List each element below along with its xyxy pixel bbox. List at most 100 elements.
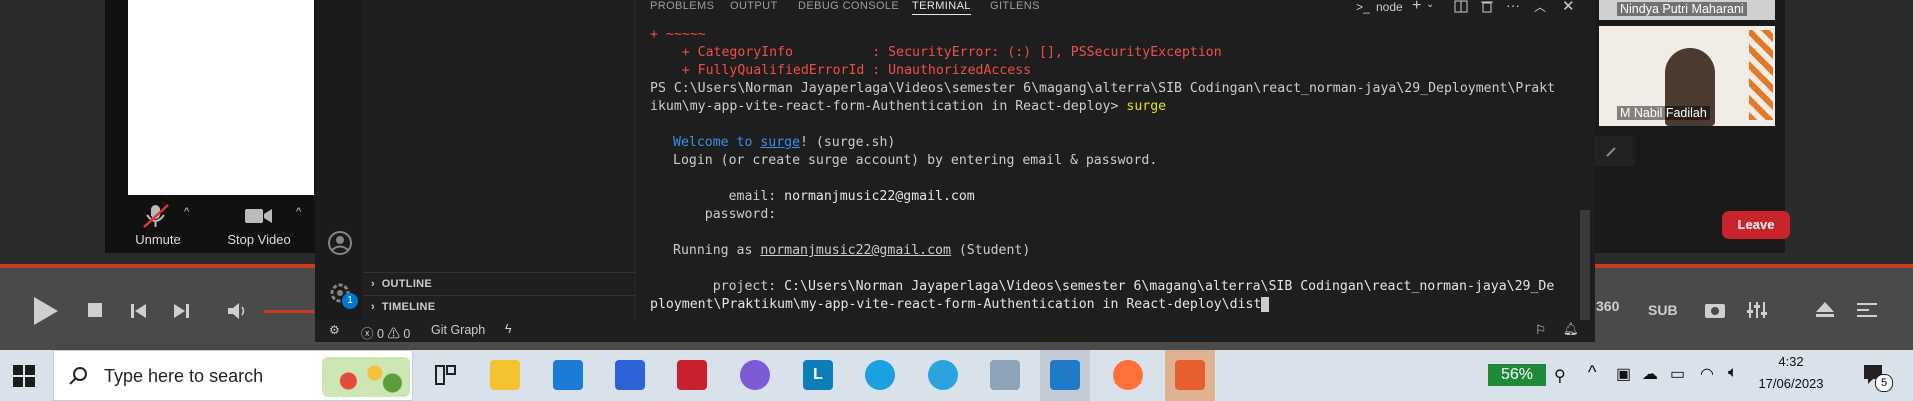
notification-count: 5 bbox=[1875, 374, 1893, 392]
bell-icon[interactable]: 🔔︎ bbox=[1563, 322, 1579, 337]
snapshot-icon[interactable] bbox=[1704, 300, 1726, 320]
volume-icon[interactable] bbox=[226, 301, 250, 321]
tab-problems[interactable]: PROBLEMS bbox=[650, 0, 714, 12]
stop-icon[interactable] bbox=[88, 303, 104, 319]
pen-icon[interactable] bbox=[1595, 136, 1635, 166]
camera-icon[interactable] bbox=[244, 206, 274, 226]
terminal-line: Login (or create surge account) by enter… bbox=[673, 153, 1158, 168]
project-label: project: bbox=[673, 279, 785, 294]
vscode-icon[interactable] bbox=[1050, 360, 1080, 390]
terminal-line: + ~~~~~ bbox=[650, 27, 706, 42]
mic-muted-icon[interactable] bbox=[140, 203, 172, 229]
stop-video-button[interactable]: Stop Video bbox=[222, 232, 296, 247]
problems-indicator[interactable]: ⓧ 0 ⚠ 0 bbox=[361, 323, 410, 342]
tab-debug-console[interactable]: DEBUG CONSOLE bbox=[798, 0, 899, 12]
unmute-button[interactable]: Unmute bbox=[128, 232, 188, 247]
next-icon[interactable] bbox=[172, 302, 190, 320]
equalizer-icon[interactable] bbox=[1746, 300, 1768, 320]
outline-section[interactable]: › OUTLINE bbox=[363, 272, 635, 295]
windows-start-icon[interactable] bbox=[13, 365, 35, 387]
status-bar: ⚙ ⓧ 0 ⚠ 0 Git Graph ϟ ⚐ 🔔︎ bbox=[315, 320, 1595, 342]
pot-player-icon[interactable] bbox=[1175, 360, 1205, 390]
running-email[interactable]: normanjmusic22@gmail.com bbox=[760, 243, 951, 258]
edge-icon[interactable] bbox=[865, 360, 895, 390]
new-terminal-icon[interactable]: + bbox=[1412, 0, 1421, 15]
terminal-output[interactable]: + ~~~~~ + CategoryInfo : SecurityError: … bbox=[650, 26, 1565, 320]
terminal-shell-icon: >_ bbox=[1356, 0, 1370, 14]
tab-terminal[interactable]: TERMINAL bbox=[912, 0, 971, 15]
settings-badge: 1 bbox=[342, 293, 358, 309]
terminal-dropdown-icon[interactable]: ⌄ bbox=[1426, 0, 1434, 10]
telegram-icon[interactable] bbox=[928, 360, 958, 390]
command-text: surge bbox=[1126, 99, 1167, 114]
onedrive-icon[interactable]: ☁ bbox=[1642, 364, 1658, 384]
terminal-scrollbar[interactable] bbox=[1580, 210, 1590, 320]
leave-button[interactable]: Leave bbox=[1722, 211, 1790, 239]
split-terminal-icon[interactable] bbox=[1454, 0, 1468, 13]
project-value-cont: ployment\Praktikum\my-app-vite-react-for… bbox=[650, 297, 1262, 312]
taskbar-search-box[interactable]: Type here to search bbox=[53, 350, 413, 401]
terminal-line: Welcome to surge! (surge.sh) bbox=[673, 134, 895, 152]
battery-icon[interactable]: ▭ bbox=[1670, 364, 1685, 384]
terminal-line: project: C:\Users\Norman Jayaperlaga\Vid… bbox=[673, 278, 1555, 296]
mic-options-chevron-icon[interactable]: ^ bbox=[184, 206, 189, 218]
prompt-path: ikum\my-app-vite-react-form-Authenticati… bbox=[650, 99, 1127, 114]
firefox-icon[interactable] bbox=[1113, 360, 1143, 390]
subtitles-button[interactable]: SUB bbox=[1648, 302, 1678, 318]
trash-icon[interactable] bbox=[1480, 0, 1494, 13]
participant-tile[interactable]: Nindya Putri Maharani bbox=[1599, 0, 1775, 20]
remote-icon[interactable]: ⚙ bbox=[329, 323, 340, 337]
wifi-icon[interactable]: ◠ bbox=[1700, 364, 1714, 384]
zoom-shared-screen bbox=[128, 0, 314, 195]
terminal-line: PS C:\Users\Norman Jayaperlaga\Videos\se… bbox=[650, 81, 1556, 96]
accounts-icon[interactable] bbox=[327, 230, 353, 256]
previous-icon[interactable] bbox=[130, 302, 148, 320]
feedback-icon[interactable]: ⚐ bbox=[1535, 322, 1546, 337]
lightning-icon[interactable]: ϟ bbox=[505, 322, 512, 336]
tab-output[interactable]: OUTPUT bbox=[730, 0, 778, 12]
terminal-line: + FullyQualifiedErrorId : UnauthorizedAc… bbox=[650, 63, 1032, 78]
playlist-icon[interactable] bbox=[1856, 300, 1878, 320]
timeline-section[interactable]: › TIMELINE bbox=[363, 295, 635, 318]
welcome-text: Welcome to bbox=[673, 135, 761, 150]
terminal-line: email: normanjmusic22@gmail.com bbox=[673, 188, 975, 206]
video-options-chevron-icon[interactable]: ^ bbox=[296, 206, 301, 218]
mcafee-icon[interactable] bbox=[677, 360, 707, 390]
eject-icon[interactable] bbox=[1814, 300, 1836, 320]
battery-percent[interactable]: 56% bbox=[1488, 364, 1546, 386]
panel-tabs: PROBLEMS OUTPUT DEBUG CONSOLE TERMINAL G… bbox=[650, 0, 1595, 18]
todo-icon[interactable] bbox=[615, 360, 645, 390]
vr360-button[interactable]: 360 bbox=[1596, 298, 1619, 314]
task-view-icon[interactable] bbox=[430, 360, 460, 390]
volume-slider[interactable] bbox=[264, 310, 314, 313]
copilot-icon[interactable] bbox=[740, 360, 770, 390]
email-label: email: bbox=[673, 189, 785, 204]
surge-link[interactable]: surge bbox=[760, 135, 800, 150]
terminal-name[interactable]: node bbox=[1376, 0, 1403, 14]
meet-now-icon[interactable]: ▣ bbox=[1616, 364, 1631, 384]
maximize-panel-icon[interactable]: ︿ bbox=[1534, 0, 1546, 15]
terminal-line: Running as normanjmusic22@gmail.com (Stu… bbox=[673, 242, 1030, 260]
close-panel-icon[interactable]: ✕ bbox=[1562, 0, 1575, 15]
photos-icon[interactable] bbox=[990, 360, 1020, 390]
warning-count: 0 bbox=[403, 327, 411, 341]
tray-chevron-icon[interactable]: ^ bbox=[1588, 362, 1596, 383]
tab-gitlens[interactable]: GITLENS bbox=[990, 0, 1040, 12]
sidebar: › OUTLINE › TIMELINE bbox=[363, 0, 636, 320]
terminal-line: + CategoryInfo : SecurityError: (:) [], … bbox=[650, 45, 1222, 60]
search-placeholder: Type here to search bbox=[104, 366, 264, 386]
people-icon[interactable]: ⚲ bbox=[1554, 366, 1566, 386]
participant-tile[interactable]: M Nabil Fadilah bbox=[1599, 26, 1775, 126]
file-explorer-icon[interactable] bbox=[490, 360, 520, 390]
more-actions-icon[interactable]: ··· bbox=[1506, 0, 1520, 13]
participant-name: M Nabil Fadilah bbox=[1617, 106, 1710, 120]
clock-date[interactable]: 17/06/2023 bbox=[1752, 376, 1830, 391]
mail-icon[interactable] bbox=[553, 360, 583, 390]
search-icon bbox=[69, 367, 87, 385]
app-l-icon[interactable]: L bbox=[803, 360, 833, 390]
speaker-icon[interactable]: 🔈︎ bbox=[1728, 364, 1738, 382]
play-icon[interactable] bbox=[28, 294, 62, 328]
clock-time[interactable]: 4:32 bbox=[1752, 354, 1830, 369]
running-label: Running as bbox=[673, 243, 761, 258]
git-graph-button[interactable]: Git Graph bbox=[431, 323, 485, 337]
